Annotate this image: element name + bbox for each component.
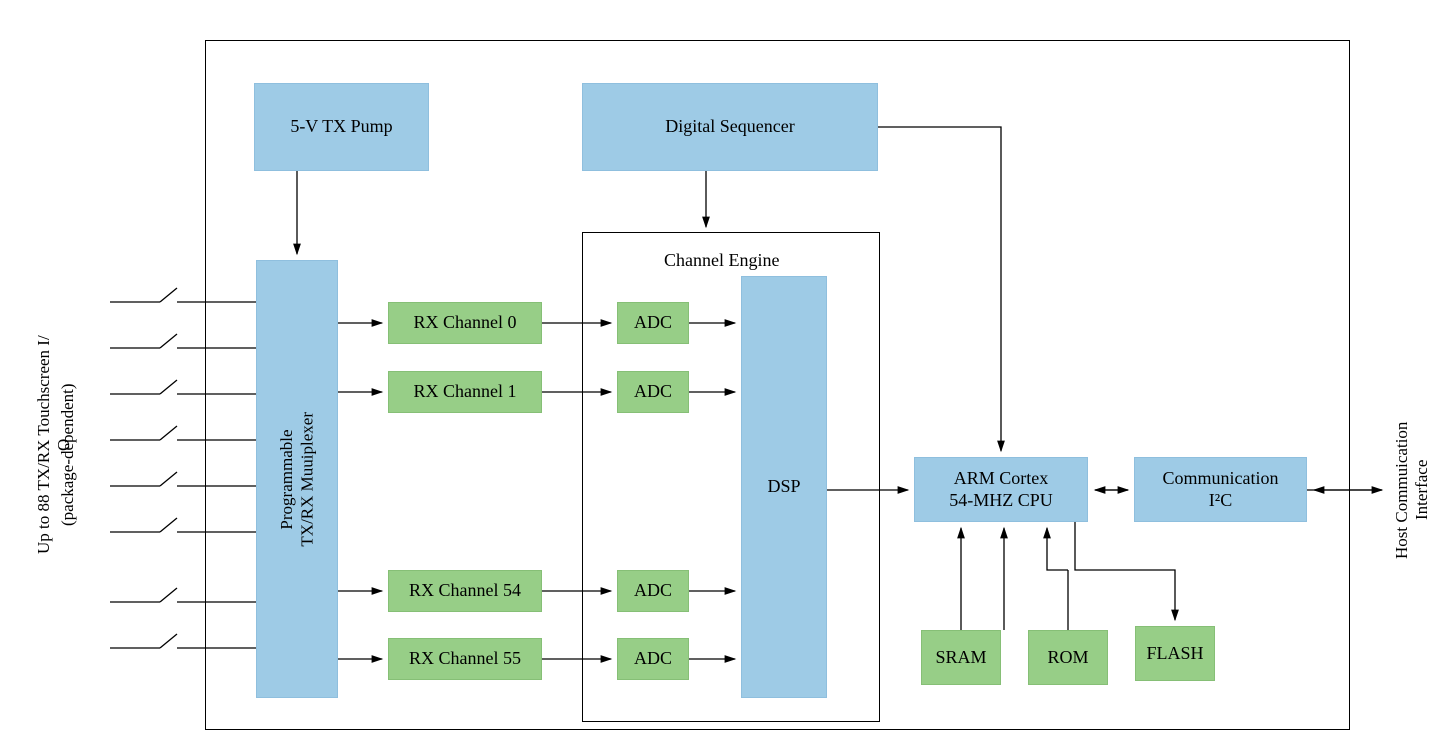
arm-label-1: ARM Cortex (954, 468, 1049, 490)
rx0-label: RX Channel 0 (414, 312, 517, 334)
right-host-label: Host Commuication Interface (1392, 400, 1430, 580)
adc-0: ADC (617, 302, 689, 344)
tx-pump-label: 5-V TX Pump (290, 116, 392, 138)
dsp-label: DSP (767, 476, 800, 498)
adc-54: ADC (617, 570, 689, 612)
adc-1: ADC (617, 371, 689, 413)
mux-block: Programmable TX/RX Muuiplexer (256, 260, 338, 698)
rom-block: ROM (1028, 630, 1108, 685)
channel-engine-title: Channel Engine (664, 250, 779, 271)
sram-block: SRAM (921, 630, 1001, 685)
left-package-label: (package-dependent) (58, 370, 78, 540)
rx-channel-54: RX Channel 54 (388, 570, 542, 612)
dsp-block: DSP (741, 276, 827, 698)
rx55-label: RX Channel 55 (409, 648, 521, 670)
arm-cpu-block: ARM Cortex 54-MHZ CPU (914, 457, 1088, 522)
comm-label-2: I²C (1209, 490, 1232, 512)
tx-pump-block: 5-V TX Pump (254, 83, 429, 171)
rx54-label: RX Channel 54 (409, 580, 521, 602)
digital-sequencer-label: Digital Sequencer (665, 116, 794, 138)
rx-channel-55: RX Channel 55 (388, 638, 542, 680)
rx-channel-0: RX Channel 0 (388, 302, 542, 344)
adc55-label: ADC (634, 648, 672, 670)
arm-label-2: 54-MHZ CPU (949, 490, 1053, 512)
flash-block: FLASH (1135, 626, 1215, 681)
flash-label: FLASH (1146, 643, 1203, 665)
rx1-label: RX Channel 1 (414, 381, 517, 403)
mux-label: Programmable TX/RX Muuiplexer (277, 412, 318, 547)
comm-block: Communication I²C (1134, 457, 1307, 522)
digital-sequencer-block: Digital Sequencer (582, 83, 878, 171)
comm-label-1: Communication (1163, 468, 1279, 490)
rx-channel-1: RX Channel 1 (388, 371, 542, 413)
adc0-label: ADC (634, 312, 672, 334)
rom-label: ROM (1047, 647, 1088, 669)
adc1-label: ADC (634, 381, 672, 403)
adc-55: ADC (617, 638, 689, 680)
adc54-label: ADC (634, 580, 672, 602)
sram-label: SRAM (935, 647, 986, 669)
